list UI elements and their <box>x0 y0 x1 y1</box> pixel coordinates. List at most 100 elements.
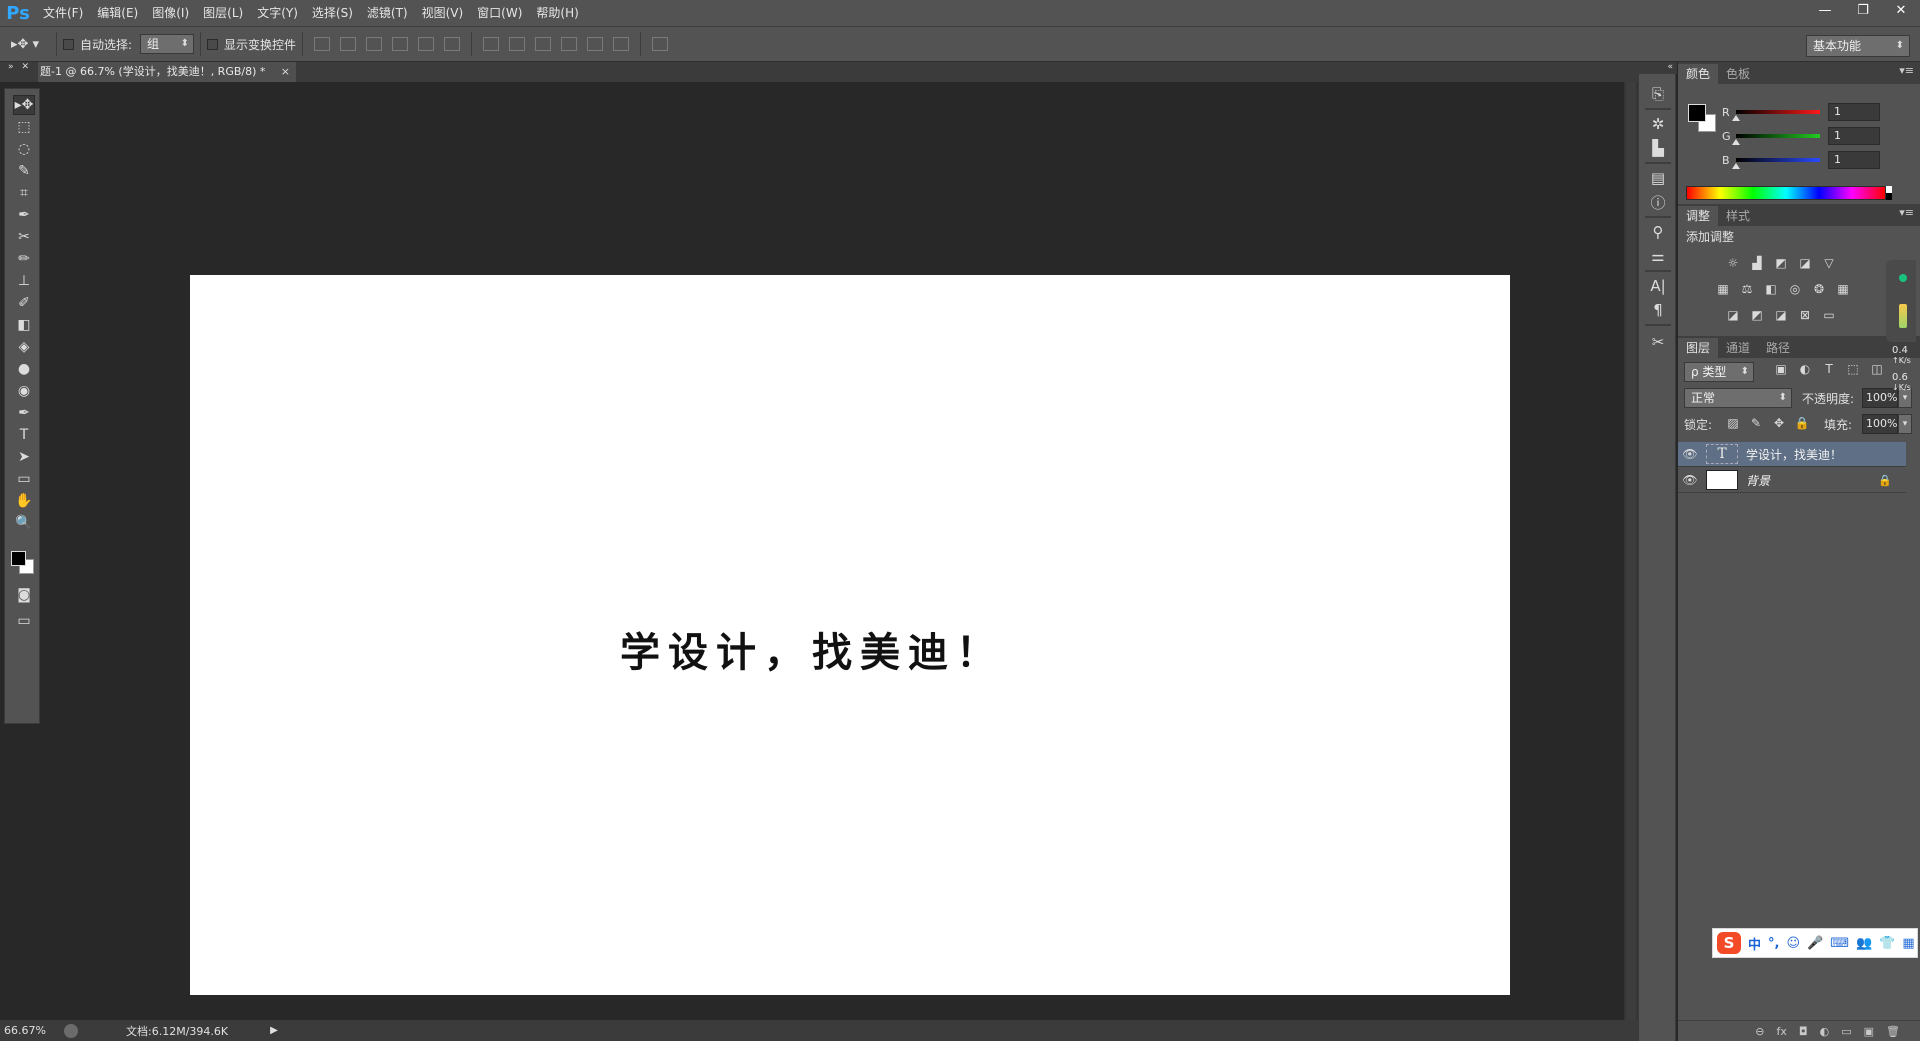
tab-adjustments[interactable]: 调整 <box>1678 206 1719 226</box>
move-tool-icon[interactable]: ▸✥ <box>13 95 35 115</box>
status-menu-arrow-icon[interactable]: ▶ <box>270 1025 278 1036</box>
close-button[interactable]: ✕ <box>1882 0 1920 20</box>
lock-all-icon[interactable]: 🔒 <box>1795 416 1810 430</box>
show-transform-checkbox[interactable] <box>207 38 219 50</box>
layer-filter-dropdown[interactable]: ρ 类型 <box>1684 362 1754 382</box>
filter-type-icon[interactable]: T <box>1822 362 1836 376</box>
auto-align-icon[interactable] <box>652 37 669 51</box>
slider-value-field[interactable]: 1 <box>1828 151 1880 169</box>
brightness-contrast-icon[interactable]: ☼ <box>1726 256 1740 270</box>
dodge-tool-icon[interactable]: ◉ <box>13 381 35 401</box>
hue-saturation-icon[interactable]: ▦ <box>1716 282 1730 296</box>
show-transform-option[interactable]: 显示变换控件 <box>207 36 296 53</box>
panel-menu-icon[interactable]: ▾≡ <box>1899 206 1914 219</box>
pen-tool-icon[interactable]: ✒ <box>13 403 35 423</box>
color-slider-g[interactable]: G1 <box>1722 126 1912 146</box>
menu-file[interactable]: 文件(F) <box>36 0 90 26</box>
auto-select-target-dropdown[interactable]: 组 <box>140 34 195 54</box>
distribute-vcenter-icon[interactable] <box>509 37 526 51</box>
panel-menu-icon[interactable]: ▾≡ <box>1899 64 1914 77</box>
black-white-swatch[interactable] <box>1886 186 1892 200</box>
canvas-workspace[interactable]: 学设计，找美迪！ <box>40 82 1624 1020</box>
ps-logo[interactable]: Ps <box>0 0 36 26</box>
channel-mixer-icon[interactable]: ❂ <box>1812 282 1826 296</box>
layer-row[interactable]: 👁 T 学设计，找美迪！ <box>1678 442 1906 467</box>
lock-position-icon[interactable]: ✥ <box>1772 416 1786 430</box>
character-icon[interactable]: A| <box>1647 276 1669 296</box>
fill-slider-toggle[interactable]: ▾ <box>1898 414 1912 434</box>
slider-thumb[interactable] <box>1732 115 1740 121</box>
paragraph-icon[interactable]: ¶ <box>1647 300 1669 320</box>
document-canvas[interactable]: 学设计，找美迪！ <box>190 275 1510 995</box>
document-tab[interactable]: 题-1 @ 66.7% (学设计，找美迪！, RGB/8) * × <box>38 62 296 82</box>
color-slider-r[interactable]: R1 <box>1722 102 1912 122</box>
history-brush-tool-icon[interactable]: ✐ <box>13 293 35 313</box>
skin-icon[interactable]: 👕 <box>1879 936 1895 951</box>
panel-expand-grip[interactable]: « <box>1639 62 1677 74</box>
invert-icon[interactable]: ◪ <box>1726 308 1740 322</box>
brush-settings-icon[interactable]: ✲ <box>1647 114 1669 134</box>
properties-icon[interactable]: ▤ <box>1647 168 1669 188</box>
filter-smart-object-icon[interactable]: ◫ <box>1870 362 1884 376</box>
restore-button[interactable]: ❐ <box>1844 0 1882 20</box>
zoom-level[interactable]: 66.67% <box>0 1024 56 1037</box>
menu-edit[interactable]: 编辑(E) <box>90 0 145 26</box>
slider-track[interactable] <box>1732 134 1820 145</box>
color-slider-b[interactable]: B1 <box>1722 150 1912 170</box>
keyboard-icon[interactable]: ⌨ <box>1830 936 1849 951</box>
auto-select-option[interactable]: 自动选择: <box>63 36 132 53</box>
selective-color-icon[interactable]: ⊠ <box>1798 308 1812 322</box>
move-tool-preset-icon[interactable]: ▸✥ ▾ <box>0 37 50 52</box>
tab-styles[interactable]: 样式 <box>1718 206 1758 226</box>
tab-channels[interactable]: 通道 <box>1718 338 1758 358</box>
distribute-bottom-icon[interactable] <box>535 37 552 51</box>
paint-bucket-tool-icon[interactable]: ◈ <box>13 337 35 357</box>
menu-image[interactable]: 图像(I) <box>145 0 196 26</box>
canvas-text-layer[interactable]: 学设计，找美迪！ <box>620 620 1004 678</box>
healing-tool-icon[interactable]: ✂ <box>13 227 35 247</box>
slider-track[interactable] <box>1732 158 1820 169</box>
marquee-tool-icon[interactable]: ⬚ <box>13 117 35 137</box>
threshold-icon[interactable]: ◪ <box>1774 308 1788 322</box>
brush-tool-icon[interactable]: ✏ <box>13 249 35 269</box>
curves-icon[interactable]: ◩ <box>1774 256 1788 270</box>
slider-track[interactable] <box>1732 110 1820 121</box>
color-balance-icon[interactable]: ⚖ <box>1740 282 1754 296</box>
hand-tool-icon[interactable]: ✋ <box>13 491 35 511</box>
layer-style-icon[interactable]: fx <box>1777 1025 1787 1038</box>
info-icon[interactable]: ⓘ <box>1647 192 1669 212</box>
align-left-icon[interactable] <box>392 37 409 51</box>
menu-help[interactable]: 帮助(H) <box>529 0 585 26</box>
slider-value-field[interactable]: 1 <box>1828 103 1880 121</box>
user-icon[interactable]: 👥 <box>1856 936 1872 951</box>
auto-select-checkbox[interactable] <box>63 38 74 50</box>
fill-field[interactable]: 100% <box>1862 414 1898 434</box>
slider-value-field[interactable]: 1 <box>1828 127 1880 145</box>
visibility-eye-icon[interactable]: 👁 <box>1678 447 1702 461</box>
layer-name[interactable]: 学设计，找美迪！ <box>1746 446 1842 463</box>
toolbar-collapse-grip[interactable]: » ✕ <box>0 62 38 74</box>
distribute-left-icon[interactable] <box>561 37 578 51</box>
proof-icon[interactable] <box>64 1023 78 1038</box>
blend-mode-dropdown[interactable]: 正常 <box>1684 388 1792 408</box>
tab-swatches[interactable]: 色板 <box>1718 64 1758 84</box>
photo-filter-icon[interactable]: ◎ <box>1788 282 1802 296</box>
exposure-icon[interactable]: ◪ <box>1798 256 1812 270</box>
lock-pixels-icon[interactable]: ✎ <box>1749 416 1763 430</box>
distribute-hcenter-icon[interactable] <box>587 37 604 51</box>
lasso-tool-icon[interactable]: ◌ <box>13 139 35 159</box>
filter-adjustment-icon[interactable]: ◐ <box>1798 362 1812 376</box>
filter-pixel-icon[interactable]: ▣ <box>1774 362 1788 376</box>
menu-window[interactable]: 窗口(W) <box>470 0 529 26</box>
adjustment-layer-icon[interactable]: ◐ <box>1820 1025 1830 1038</box>
ime-punctuation[interactable]: °, <box>1768 936 1779 951</box>
color-spectrum-bar[interactable] <box>1686 186 1886 200</box>
visibility-eye-icon[interactable]: 👁 <box>1678 473 1702 487</box>
slider-thumb[interactable] <box>1732 139 1740 145</box>
posterize-icon[interactable]: ◩ <box>1750 308 1764 322</box>
workspace-dropdown[interactable]: 基本功能 <box>1806 35 1910 57</box>
layer-name[interactable]: 背景 <box>1746 472 1770 489</box>
black-white-icon[interactable]: ◧ <box>1764 282 1778 296</box>
align-hcenter-icon[interactable] <box>418 37 435 51</box>
tab-color[interactable]: 颜色 <box>1678 64 1719 84</box>
